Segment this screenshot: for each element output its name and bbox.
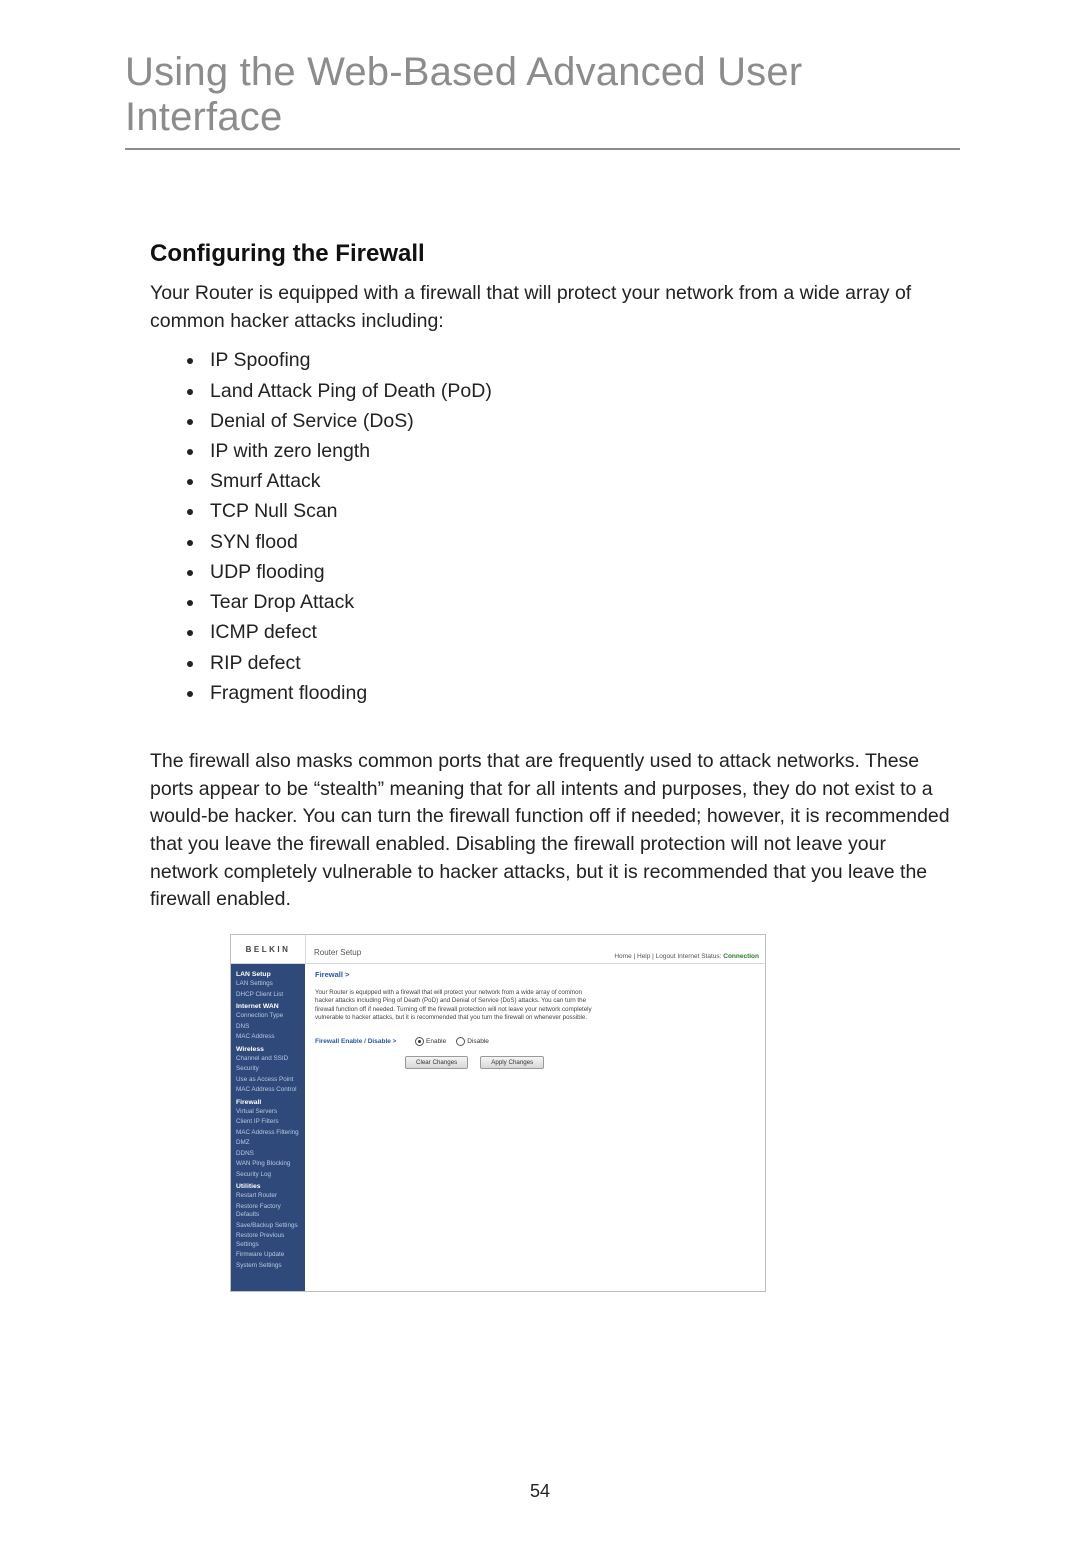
belkin-logo: BELKIN: [231, 935, 306, 963]
disable-label: Disable: [467, 1038, 489, 1045]
sidebar-item[interactable]: DNS: [231, 1022, 305, 1033]
router-title: Router Setup: [306, 948, 369, 963]
router-screenshot: BELKIN Router Setup Home | Help | Logout…: [230, 934, 766, 1292]
button-row: Clear Changes Apply Changes: [405, 1056, 755, 1069]
section-body: Configuring the Firewall Your Router is …: [125, 240, 960, 1292]
firewall-toggle-row: Firewall Enable / Disable > Enable Disab…: [315, 1037, 755, 1046]
intro-paragraph: Your Router is equipped with a firewall …: [150, 280, 955, 335]
disable-option[interactable]: Disable: [456, 1037, 489, 1046]
firewall-description: Your Router is equipped with a firewall …: [315, 989, 595, 1022]
sidebar-item[interactable]: Security: [231, 1064, 305, 1075]
router-header: BELKIN Router Setup Home | Help | Logout…: [231, 935, 765, 964]
list-item: Land Attack Ping of Death (PoD): [205, 376, 955, 406]
sidebar-item[interactable]: Save/Backup Settings: [231, 1221, 305, 1232]
title-rule: [125, 148, 960, 150]
sidebar-group: Internet WAN: [231, 1000, 305, 1011]
router-top-links[interactable]: Home | Help | Logout Internet Status: Co…: [614, 953, 759, 960]
sidebar-item[interactable]: DHCP Client List: [231, 990, 305, 1001]
sidebar-item[interactable]: MAC Address Control: [231, 1085, 305, 1096]
sidebar-group: Wireless: [231, 1043, 305, 1054]
radio-icon: [456, 1037, 465, 1046]
list-item: Smurf Attack: [205, 466, 955, 496]
toggle-label: Firewall Enable / Disable >: [315, 1038, 405, 1045]
sidebar-group: Firewall: [231, 1096, 305, 1107]
sidebar-item[interactable]: Restore Previous Settings: [231, 1231, 305, 1250]
page-title: Using the Web-Based Advanced User Interf…: [125, 50, 960, 140]
router-sidebar: LAN SetupLAN SettingsDHCP Client ListInt…: [231, 964, 305, 1291]
document-page: Using the Web-Based Advanced User Interf…: [0, 0, 1080, 1542]
list-item: RIP defect: [205, 648, 955, 678]
section-heading: Configuring the Firewall: [150, 240, 955, 268]
sidebar-item[interactable]: Channel and SSID: [231, 1054, 305, 1065]
body-paragraph: The firewall also masks common ports tha…: [150, 748, 955, 914]
sidebar-item[interactable]: WAN Ping Blocking: [231, 1159, 305, 1170]
internet-status-value: Connection: [723, 953, 759, 960]
sidebar-item[interactable]: System Settings: [231, 1261, 305, 1272]
breadcrumb: Firewall >: [315, 970, 755, 979]
clear-changes-button[interactable]: Clear Changes: [405, 1056, 468, 1069]
sidebar-item[interactable]: MAC Address Filtering: [231, 1128, 305, 1139]
sidebar-item[interactable]: Security Log: [231, 1170, 305, 1181]
list-item: UDP flooding: [205, 557, 955, 587]
sidebar-item[interactable]: Use as Access Point: [231, 1075, 305, 1086]
sidebar-item[interactable]: LAN Settings: [231, 979, 305, 990]
list-item: SYN flood: [205, 527, 955, 557]
list-item: Tear Drop Attack: [205, 587, 955, 617]
radio-icon: [415, 1037, 424, 1046]
apply-changes-button[interactable]: Apply Changes: [480, 1056, 544, 1069]
sidebar-item[interactable]: DDNS: [231, 1149, 305, 1160]
list-item: IP with zero length: [205, 436, 955, 466]
list-item: IP Spoofing: [205, 345, 955, 375]
sidebar-item[interactable]: Restart Router: [231, 1191, 305, 1202]
sidebar-group: LAN Setup: [231, 968, 305, 979]
sidebar-item[interactable]: MAC Address: [231, 1032, 305, 1043]
enable-label: Enable: [426, 1038, 446, 1045]
sidebar-group: Utilities: [231, 1180, 305, 1191]
sidebar-item[interactable]: DMZ: [231, 1138, 305, 1149]
toplinks-text: Home | Help | Logout Internet Status:: [614, 953, 723, 960]
router-main: Firewall > Your Router is equipped with …: [305, 964, 765, 1291]
sidebar-item[interactable]: Virtual Servers: [231, 1107, 305, 1118]
page-number: 54: [0, 1481, 1080, 1502]
list-item: Denial of Service (DoS): [205, 406, 955, 436]
list-item: Fragment flooding: [205, 678, 955, 708]
list-item: TCP Null Scan: [205, 496, 955, 526]
attack-list: IP Spoofing Land Attack Ping of Death (P…: [150, 345, 955, 708]
sidebar-item[interactable]: Connection Type: [231, 1011, 305, 1022]
router-body: LAN SetupLAN SettingsDHCP Client ListInt…: [231, 964, 765, 1291]
list-item: ICMP defect: [205, 617, 955, 647]
sidebar-item[interactable]: Restore Factory Defaults: [231, 1202, 305, 1221]
enable-option[interactable]: Enable: [415, 1037, 446, 1046]
sidebar-item[interactable]: Client IP Filters: [231, 1117, 305, 1128]
sidebar-item[interactable]: Firmware Update: [231, 1250, 305, 1261]
